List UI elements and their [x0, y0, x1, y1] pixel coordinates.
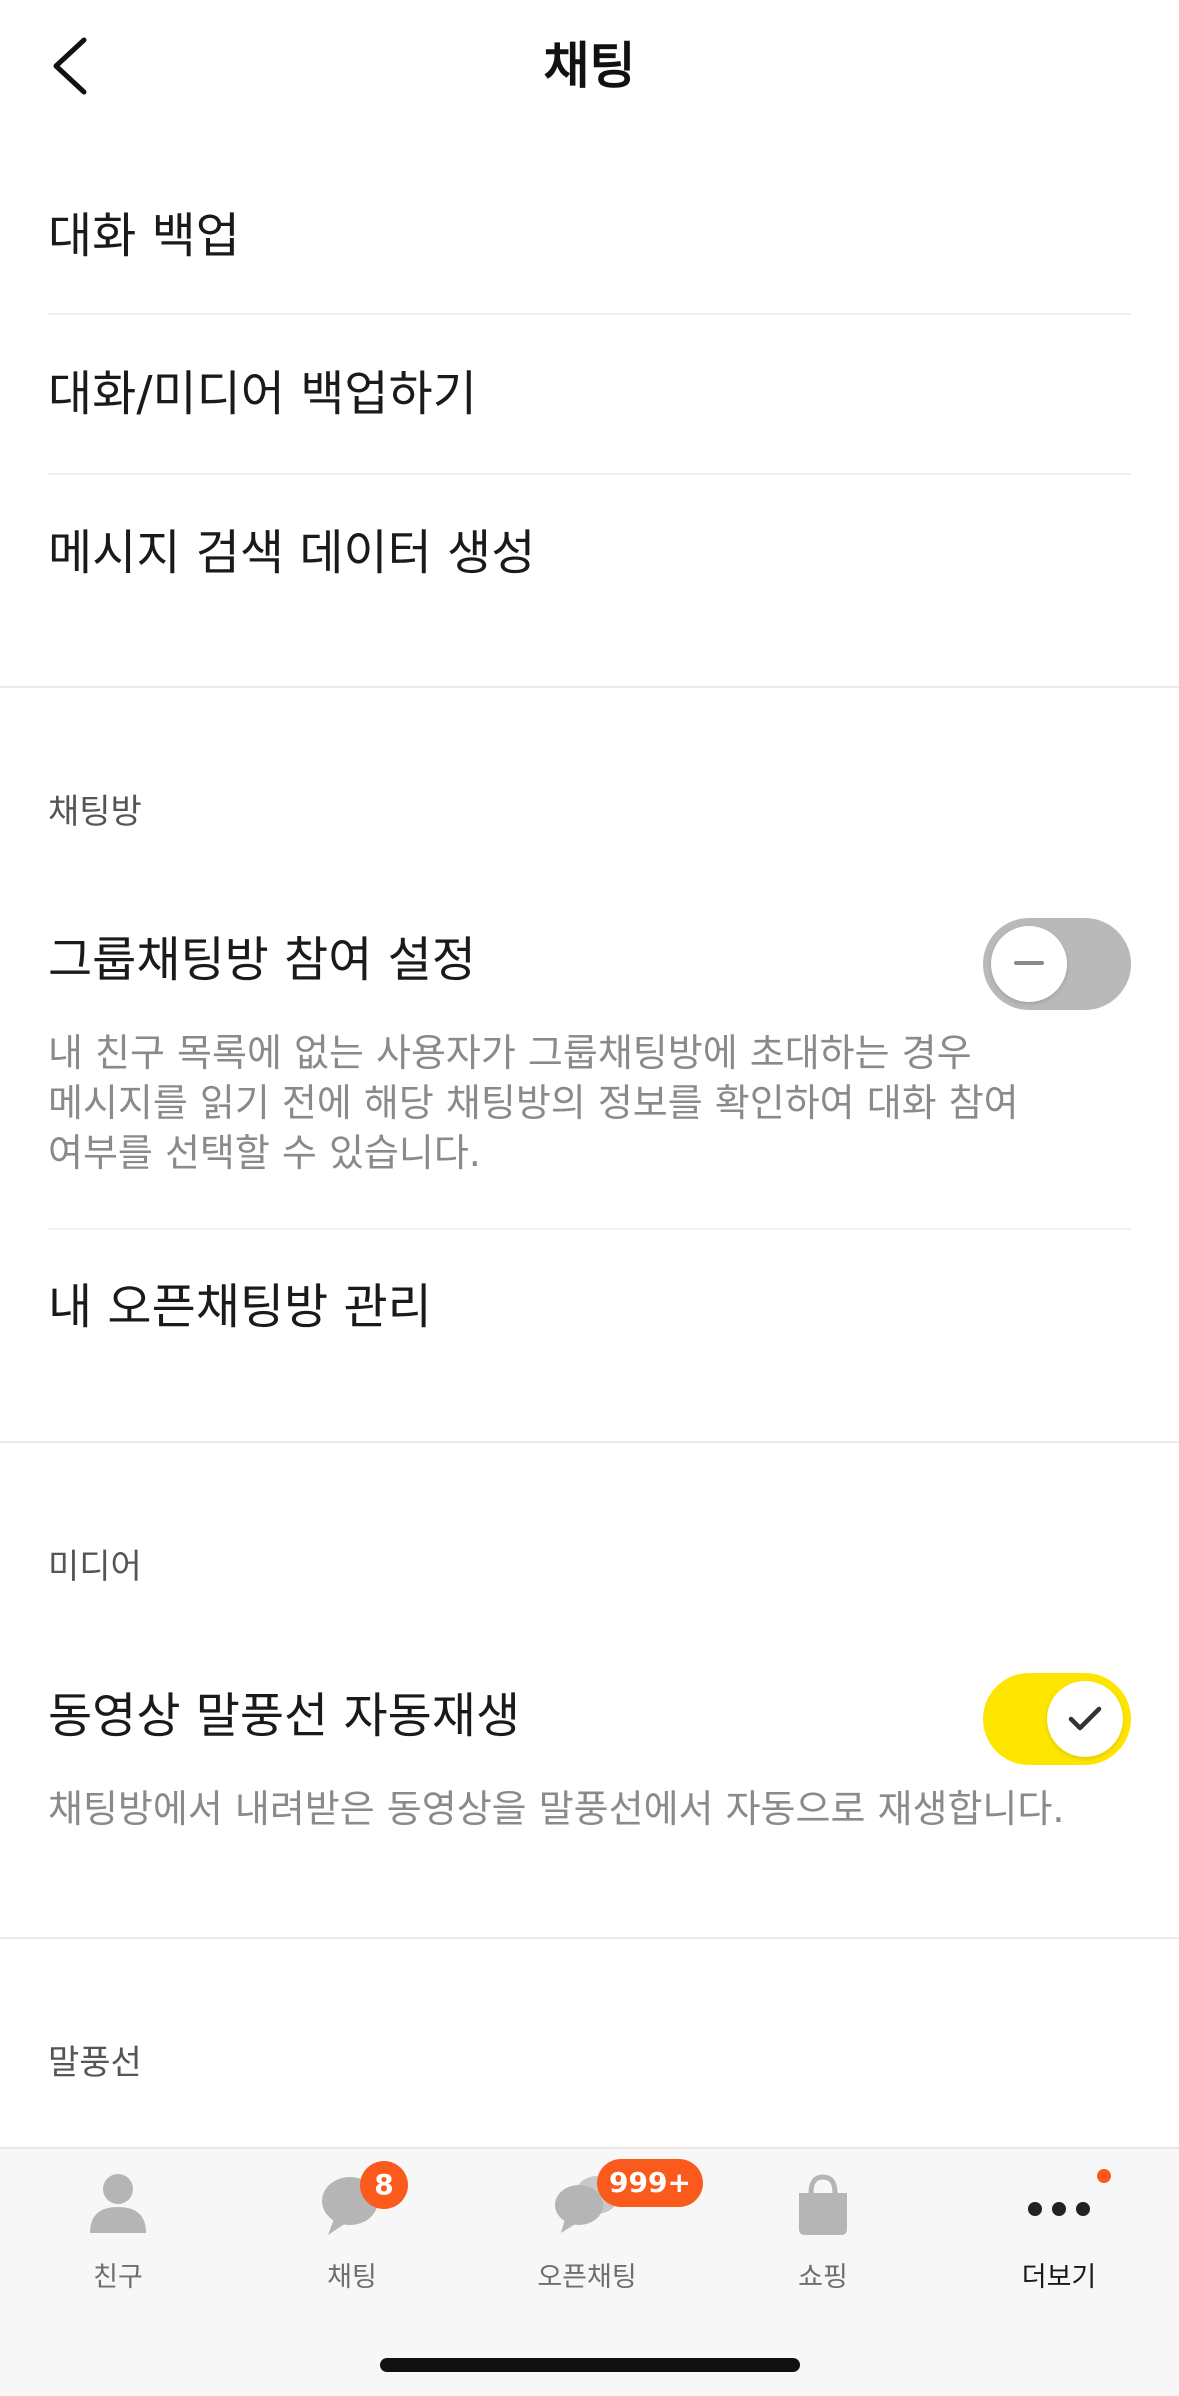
search-data-label: 메시지 검색 데이터 생성: [48, 525, 536, 581]
unread-badge: 999+: [597, 2159, 703, 2207]
backup-media-label: 대화/미디어 백업하기: [48, 366, 477, 422]
description-line: 메시지를 읽기 전에 해당 채팅방의 정보를 확인하여 대화 참여: [48, 1081, 1019, 1125]
backup-chat-label: 대화 백업: [48, 208, 240, 264]
video-autoplay-toggle[interactable]: [983, 1673, 1131, 1765]
group-join-toggle[interactable]: [983, 918, 1131, 1010]
description-line: 내 친구 목록에 없는 사용자가 그룹채팅방에 초대하는 경우: [48, 1031, 972, 1075]
person-icon: [90, 2174, 146, 2233]
search-data-item[interactable]: 메시지 검색 데이터 생성: [48, 523, 1131, 583]
video-autoplay-item[interactable]: 동영상 말풍선 자동재생: [48, 1686, 919, 1746]
tab-friends[interactable]: 친구: [28, 2169, 208, 2309]
toggle-knob: [1047, 1681, 1123, 1757]
divider: [48, 313, 1131, 315]
unread-badge: 8: [360, 2161, 408, 2209]
home-indicator: [380, 2358, 800, 2372]
open-chat-manage-item[interactable]: 내 오픈채팅방 관리: [48, 1277, 1131, 1337]
tab-shopping[interactable]: 쇼핑: [733, 2169, 913, 2309]
tab-label: 쇼핑: [798, 2262, 848, 2293]
section-separator: [0, 1441, 1179, 1443]
minus-icon: [1014, 961, 1044, 965]
section-header-chatroom: 채팅방: [48, 792, 142, 832]
page-title: 채팅: [543, 37, 636, 95]
more-dots-icon: [1028, 2202, 1090, 2216]
section-separator: [0, 1937, 1179, 1939]
section-separator: [0, 686, 1179, 688]
shopping-bag-icon: [799, 2174, 847, 2235]
header: 채팅: [0, 0, 1179, 132]
group-join-description: 내 친구 목록에 없는 사용자가 그룹채팅방에 초대하는 경우 메시지를 읽기 …: [48, 1028, 1079, 1178]
tab-chats[interactable]: 8 채팅: [262, 2161, 442, 2309]
divider: [48, 1228, 1131, 1230]
video-autoplay-description: 채팅방에서 내려받은 동영상을 말풍선에서 자동으로 재생합니다.: [48, 1787, 1065, 1831]
toggle-knob: [991, 926, 1067, 1002]
description-line: 여부를 선택할 수 있습니다.: [48, 1131, 481, 1175]
tab-more[interactable]: 더보기: [969, 2169, 1149, 2309]
tab-label: 채팅: [327, 2262, 377, 2293]
video-autoplay-label: 동영상 말풍선 자동재생: [48, 1688, 521, 1744]
tab-label: 더보기: [1021, 2262, 1097, 2293]
open-chat-manage-label: 내 오픈채팅방 관리: [48, 1279, 432, 1335]
new-dot-indicator: [1097, 2169, 1111, 2183]
section-header-bubble: 말풍선: [48, 2043, 142, 2083]
group-join-setting-item[interactable]: 그룹채팅방 참여 설정: [48, 930, 919, 990]
check-icon: [1068, 1706, 1102, 1731]
tab-open-chat[interactable]: 999+ 오픈채팅: [497, 2159, 703, 2309]
backup-chat-item[interactable]: 대화 백업: [48, 206, 1131, 266]
backup-media-item[interactable]: 대화/미디어 백업하기: [48, 364, 1131, 424]
tab-label: 오픈채팅: [537, 2262, 637, 2293]
group-join-setting-label: 그룹채팅방 참여 설정: [48, 932, 476, 988]
tab-label: 친구: [93, 2262, 143, 2293]
section-header-media: 미디어: [48, 1547, 142, 1587]
divider: [48, 473, 1131, 475]
